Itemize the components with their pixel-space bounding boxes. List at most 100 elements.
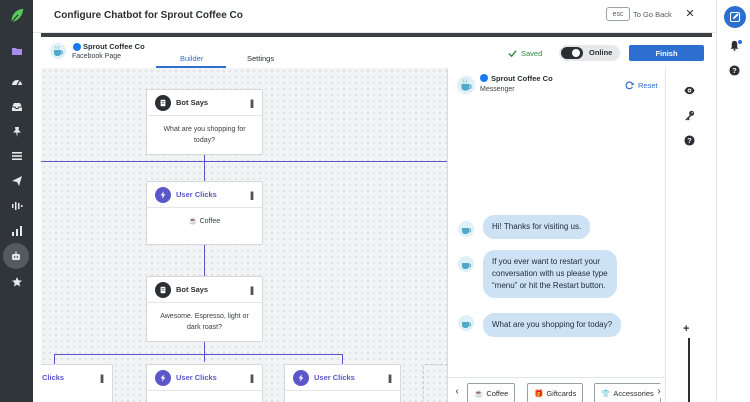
listening-icon[interactable] xyxy=(7,196,26,215)
lightning-icon xyxy=(293,370,309,386)
coffee-emoji-icon: ☕ xyxy=(474,388,484,398)
node-title: User Clicks xyxy=(176,373,217,382)
user-clicks-node[interactable]: User Clicks || xyxy=(284,364,401,402)
option-label: Coffee xyxy=(199,218,221,225)
node-title: User Clicks xyxy=(176,190,217,199)
quick-reply-label: Coffee xyxy=(486,388,509,398)
drag-handle-icon[interactable]: || xyxy=(250,190,254,200)
node-header: Bot Says || xyxy=(147,90,262,116)
bot-says-node[interactable]: Bot Says || Awesome. Espresso, light or … xyxy=(146,276,263,342)
node-text: What are you shopping for today? xyxy=(163,126,246,144)
connector-line xyxy=(41,161,447,162)
drag-handle-icon[interactable]: || xyxy=(388,373,392,383)
online-label: Online xyxy=(589,48,613,57)
user-clicks-node[interactable]: User Clicks || xyxy=(146,364,263,402)
bot-message-icon xyxy=(155,282,171,298)
toggle-knob xyxy=(572,49,580,57)
star-icon[interactable] xyxy=(7,272,26,291)
connector-line xyxy=(204,155,205,181)
flow-canvas[interactable]: Bot Says || What are you shopping for to… xyxy=(41,68,447,402)
drag-handle-icon[interactable]: || xyxy=(250,285,254,295)
coffee-avatar-icon xyxy=(458,256,474,272)
refresh-icon xyxy=(625,81,634,90)
node-header: Bot Says || xyxy=(147,277,262,303)
preview-header: Sprout Coffee Co Messenger Reset xyxy=(448,68,665,98)
connector-line xyxy=(204,342,205,362)
help-icon[interactable]: ? xyxy=(682,133,696,147)
message-bubble: Hi! Thanks for visiting us. xyxy=(483,215,591,239)
tab-settings[interactable]: Settings xyxy=(247,54,274,63)
chevron-right-icon[interactable]: › xyxy=(654,384,664,398)
coffee-avatar-icon xyxy=(458,315,474,331)
user-clicks-node[interactable]: User Clicks || ☕ Coffee xyxy=(146,181,263,245)
finish-button[interactable]: Finish xyxy=(629,45,704,61)
svg-text:?: ? xyxy=(732,65,737,74)
drag-handle-icon[interactable]: || xyxy=(100,373,104,383)
user-clicks-node[interactable]: Clicks || xyxy=(41,364,113,402)
folder-icon[interactable] xyxy=(7,41,26,60)
inbox-icon[interactable] xyxy=(7,97,26,116)
compose-button[interactable] xyxy=(724,6,746,28)
page-identity: Sprout Coffee Co Facebook Page xyxy=(41,37,154,68)
esc-key-hint: esc xyxy=(606,7,630,21)
quick-reply-label: Giftcards xyxy=(546,388,577,398)
coffee-avatar-icon xyxy=(50,43,66,59)
coffee-avatar-icon xyxy=(458,221,474,237)
quick-replies-bar: ‹ ☕ Coffee 🎁 Giftcards 👕 Accessories › xyxy=(448,377,666,402)
lightning-icon xyxy=(155,370,171,386)
eye-icon[interactable] xyxy=(682,83,696,97)
preview-channel: Messenger xyxy=(480,86,515,93)
node-title: User Clicks xyxy=(314,373,355,382)
bot-says-node[interactable]: Bot Says || What are you shopping for to… xyxy=(146,89,263,155)
close-icon[interactable]: ✕ xyxy=(684,6,696,20)
chevron-left-icon[interactable]: ‹ xyxy=(452,384,462,398)
saved-status: Saved xyxy=(508,49,542,58)
connector-line xyxy=(54,354,55,364)
tab-builder[interactable]: Builder xyxy=(180,54,203,63)
reports-icon[interactable] xyxy=(7,221,26,240)
bot-message-icon xyxy=(155,95,171,111)
node-text: Awesome. Espresso, light or dark roast? xyxy=(160,313,249,331)
zoom-in-button[interactable]: + xyxy=(683,323,689,335)
coffee-avatar-icon xyxy=(457,76,475,94)
empty-node-placeholder[interactable] xyxy=(423,364,447,402)
drag-handle-icon[interactable]: || xyxy=(250,373,254,383)
facebook-icon xyxy=(480,74,488,82)
node-header: User Clicks || xyxy=(147,182,262,208)
quick-reply-accessories[interactable]: 👕 Accessories xyxy=(594,383,661,402)
sprout-logo-icon[interactable] xyxy=(8,7,25,24)
help-icon[interactable]: ? xyxy=(727,63,741,77)
drag-handle-icon[interactable]: || xyxy=(250,98,254,108)
send-icon[interactable] xyxy=(7,171,26,190)
left-nav xyxy=(0,0,33,402)
saved-label: Saved xyxy=(521,49,543,58)
node-title: Clicks xyxy=(42,373,65,382)
zoom-slider[interactable] xyxy=(688,338,690,402)
message-bubble: What are you shopping for today? xyxy=(483,313,622,337)
node-header: User Clicks || xyxy=(147,365,262,391)
online-toggle-container: Online xyxy=(559,45,620,61)
dashboard-icon[interactable] xyxy=(7,72,26,91)
connector-line xyxy=(54,354,343,355)
facebook-icon xyxy=(73,43,81,51)
canvas-tools: ? + xyxy=(665,68,712,402)
page-type: Facebook Page xyxy=(72,53,122,60)
online-toggle[interactable] xyxy=(561,47,583,59)
node-header: User Clicks || xyxy=(285,365,400,391)
message-bubble: If you ever want to restart your convers… xyxy=(483,250,617,298)
gift-emoji-icon: 🎁 xyxy=(534,388,544,398)
page-title: Configure Chatbot for Sprout Coffee Co xyxy=(54,10,243,21)
key-icon[interactable] xyxy=(682,108,696,122)
node-text: ☕ Coffee xyxy=(153,216,256,227)
quick-reply-giftcards[interactable]: 🎁 Giftcards xyxy=(527,383,584,402)
right-rail: ? xyxy=(716,0,750,402)
quick-reply-coffee[interactable]: ☕ Coffee xyxy=(467,383,516,402)
pin-icon[interactable] xyxy=(7,122,26,141)
list-icon[interactable] xyxy=(7,146,26,165)
reset-button[interactable]: Reset xyxy=(625,81,658,90)
notification-dot xyxy=(738,40,742,44)
bot-icon[interactable] xyxy=(3,243,29,269)
top-bar: Configure Chatbot for Sprout Coffee Co e… xyxy=(33,0,716,33)
compose-icon xyxy=(729,11,741,23)
page-name: Sprout Coffee Co xyxy=(83,42,145,51)
